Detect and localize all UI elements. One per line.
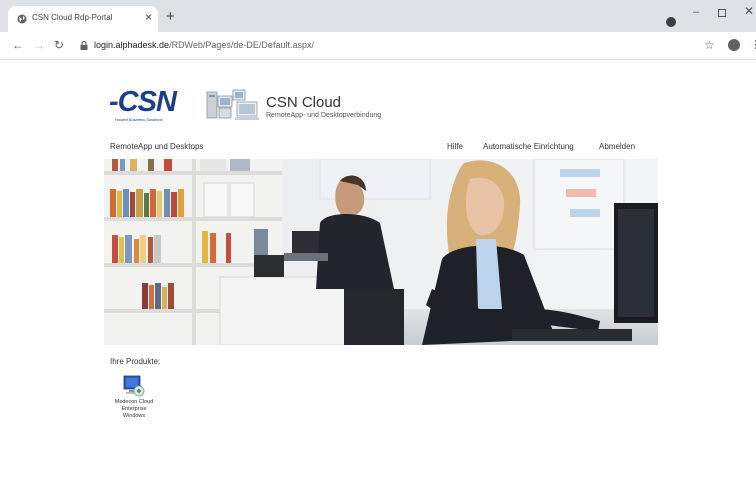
url-text: login.alphadesk.de/RDWeb/Pages/de-DE/Def… — [94, 40, 314, 50]
url-host: login.alphadesk.de — [94, 40, 170, 50]
logo-text: -CSN — [109, 86, 177, 118]
product-medecon-cloud[interactable]: Medecon Cloud Enterprise Windows — [112, 375, 156, 427]
minimize-icon[interactable]: – — [693, 6, 699, 18]
tab-close-icon[interactable]: × — [145, 11, 152, 23]
products-heading: Ihre Produkte: — [110, 357, 161, 366]
bookmark-star-icon[interactable]: ☆ — [704, 38, 715, 52]
tab-title: CSN Cloud Rdp-Portal — [32, 13, 113, 22]
reload-icon[interactable]: ↻ — [54, 39, 64, 51]
menu-icon[interactable]: ⋮ — [750, 39, 756, 51]
logout-link[interactable]: Abmelden — [599, 142, 635, 151]
url-path: /RDWeb/Pages/de-DE/Default.aspx/ — [169, 40, 314, 50]
auto-setup-link[interactable]: Automatische Einrichtung — [483, 142, 574, 151]
new-tab-button[interactable]: + — [166, 9, 175, 24]
banner-image — [104, 159, 658, 345]
site-title: CSN Cloud — [266, 94, 342, 111]
remote-desktop-icon — [123, 375, 145, 397]
help-link[interactable]: Hilfe — [447, 142, 463, 151]
computers-icon — [206, 89, 259, 120]
logo-tagline: Hosted Business Solutions — [115, 117, 163, 122]
maximize-icon[interactable] — [718, 9, 726, 17]
globe-icon — [17, 14, 27, 24]
profile-icon[interactable] — [728, 39, 740, 51]
product-label: Medecon Cloud Enterprise Windows — [114, 399, 154, 419]
browser-tabstrip: CSN Cloud Rdp-Portal × + – ✕ — [0, 0, 756, 32]
site-subtitle: RemoteApp- und Desktopverbindung — [266, 112, 382, 119]
portal-nav: RemoteApp und Desktops Hilfe Automatisch… — [110, 142, 658, 156]
window-close-icon[interactable]: ✕ — [744, 4, 754, 18]
lock-icon — [80, 41, 88, 50]
address-bar[interactable]: login.alphadesk.de/RDWeb/Pages/de-DE/Def… — [74, 36, 726, 56]
browser-tab[interactable]: CSN Cloud Rdp-Portal × — [8, 6, 158, 32]
extension-icon[interactable] — [666, 17, 676, 27]
csn-logo: -CSN Hosted Business Solutions — [109, 86, 189, 123]
browser-toolbar: ← → ↻ login.alphadesk.de/RDWeb/Pages/de-… — [0, 32, 756, 60]
forward-icon[interactable]: → — [33, 39, 45, 51]
back-icon[interactable]: ← — [12, 39, 24, 51]
section-label: RemoteApp und Desktops — [110, 142, 204, 151]
